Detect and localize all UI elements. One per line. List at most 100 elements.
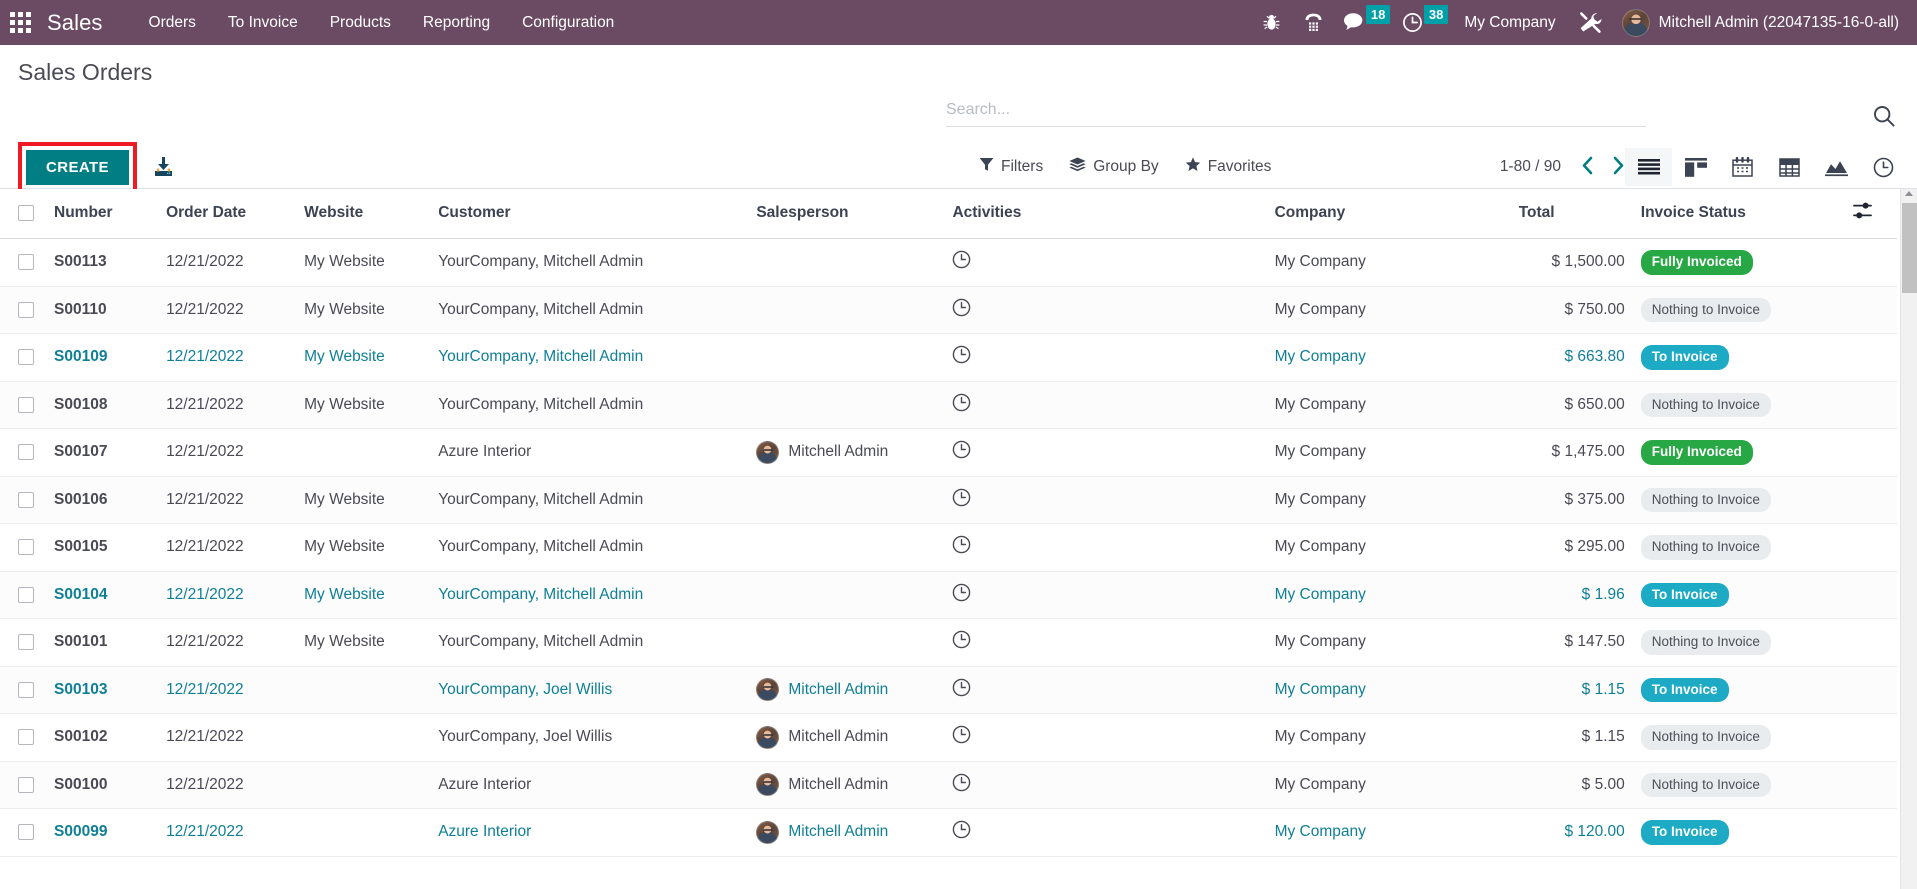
column-header-invoice-status[interactable]: Invoice Status bbox=[1632, 189, 1845, 239]
wrench-screwdriver-icon[interactable] bbox=[1570, 0, 1612, 45]
column-header-activities[interactable]: Activities bbox=[944, 189, 1267, 239]
cell-number[interactable]: S00103 bbox=[46, 666, 159, 715]
activity-clock-icon[interactable] bbox=[952, 250, 971, 274]
row-checkbox[interactable] bbox=[18, 634, 34, 651]
table-row[interactable]: S00113 12/21/2022 My Website YourCompany, M… bbox=[0, 238, 1897, 287]
scrollbar-thumb[interactable] bbox=[1902, 203, 1917, 293]
filters-dropdown[interactable]: Filters bbox=[966, 151, 1056, 183]
column-settings-icon[interactable] bbox=[1844, 189, 1897, 239]
activity-clock-icon[interactable] bbox=[952, 345, 971, 369]
vertical-scrollbar[interactable] bbox=[1900, 189, 1917, 889]
cell-activities[interactable] bbox=[944, 286, 1267, 335]
group-by-dropdown[interactable]: Group By bbox=[1056, 151, 1171, 183]
calendar-icon[interactable] bbox=[1719, 148, 1766, 186]
cell-number[interactable]: S00109 bbox=[46, 333, 159, 382]
column-header-customer[interactable]: Customer bbox=[430, 189, 749, 239]
cell-activities[interactable] bbox=[944, 428, 1267, 477]
cell-number[interactable]: S00104 bbox=[46, 571, 159, 620]
search-input[interactable] bbox=[946, 101, 1646, 127]
cell-number[interactable]: S00102 bbox=[46, 713, 159, 762]
table-row[interactable]: S00109 12/21/2022 My Website YourCompany, M… bbox=[0, 333, 1897, 382]
cell-number[interactable]: S00110 bbox=[46, 286, 159, 335]
row-checkbox[interactable] bbox=[18, 491, 34, 508]
activity-clock-icon[interactable] bbox=[952, 488, 971, 512]
cell-number[interactable]: S00099 bbox=[46, 808, 159, 857]
table-row[interactable]: S00110 12/21/2022 My Website YourCompany, M… bbox=[0, 286, 1897, 335]
column-header-website[interactable]: Website bbox=[296, 189, 431, 239]
cell-activities[interactable] bbox=[944, 666, 1267, 715]
activity-clock-icon[interactable] bbox=[952, 630, 971, 654]
row-checkbox[interactable] bbox=[18, 776, 34, 793]
menu-item-products[interactable]: Products bbox=[314, 0, 407, 45]
row-checkbox[interactable] bbox=[18, 539, 34, 556]
row-checkbox[interactable] bbox=[18, 729, 34, 746]
list-icon[interactable] bbox=[1625, 148, 1672, 186]
messages-counter[interactable]: 18 bbox=[1334, 0, 1392, 45]
activity-clock-icon[interactable] bbox=[952, 440, 971, 464]
row-checkbox[interactable] bbox=[18, 349, 34, 366]
table-row[interactable]: S00100 12/21/2022 Azure Interior Mitchell A… bbox=[0, 761, 1897, 810]
cell-activities[interactable] bbox=[944, 761, 1267, 810]
menu-item-orders[interactable]: Orders bbox=[133, 0, 212, 45]
company-switcher[interactable]: My Company bbox=[1450, 14, 1569, 32]
row-checkbox[interactable] bbox=[18, 824, 34, 841]
row-checkbox[interactable] bbox=[18, 586, 34, 603]
row-checkbox[interactable] bbox=[18, 396, 34, 413]
bug-icon[interactable] bbox=[1250, 0, 1292, 45]
activity-clock-icon[interactable] bbox=[952, 773, 971, 797]
row-checkbox[interactable] bbox=[18, 444, 34, 461]
activity-clock-icon[interactable] bbox=[952, 583, 971, 607]
cell-activities[interactable] bbox=[944, 381, 1267, 430]
cell-number[interactable]: S00108 bbox=[46, 381, 159, 430]
import-download-icon[interactable] bbox=[151, 155, 175, 179]
table-row[interactable]: S00105 12/21/2022 My Website YourCompany, M… bbox=[0, 523, 1897, 572]
row-checkbox[interactable] bbox=[18, 254, 34, 271]
select-all-checkbox[interactable] bbox=[18, 205, 34, 221]
clock-icon[interactable] bbox=[1860, 148, 1907, 186]
app-brand-sales[interactable]: Sales bbox=[47, 10, 103, 36]
column-header-total[interactable]: Total bbox=[1510, 189, 1633, 239]
table-row[interactable]: S00106 12/21/2022 My Website YourCompany, M… bbox=[0, 476, 1897, 525]
cell-activities[interactable] bbox=[944, 713, 1267, 762]
user-menu[interactable]: Mitchell Admin (22047135-16-0-all) bbox=[1612, 8, 1903, 37]
row-checkbox[interactable] bbox=[18, 301, 34, 318]
cell-number[interactable]: S00113 bbox=[46, 238, 159, 287]
favorites-dropdown[interactable]: Favorites bbox=[1172, 151, 1285, 183]
activity-clock-icon[interactable] bbox=[952, 535, 971, 559]
cell-number[interactable]: S00105 bbox=[46, 523, 159, 572]
cell-number[interactable]: S00107 bbox=[46, 428, 159, 477]
pager-previous-button[interactable] bbox=[1573, 154, 1602, 181]
menu-item-configuration[interactable]: Configuration bbox=[506, 0, 630, 45]
column-header-number[interactable]: Number bbox=[46, 189, 159, 239]
search-icon[interactable] bbox=[1873, 105, 1895, 132]
activity-clock-icon[interactable] bbox=[952, 393, 971, 417]
column-header-salesperson[interactable]: Salesperson bbox=[748, 189, 945, 239]
cell-number[interactable]: S00106 bbox=[46, 476, 159, 525]
scroll-up-arrow-icon[interactable] bbox=[1905, 191, 1913, 196]
table-row[interactable]: S00101 12/21/2022 My Website YourCompany, M… bbox=[0, 618, 1897, 667]
cell-activities[interactable] bbox=[944, 333, 1267, 382]
table-row[interactable]: S00108 12/21/2022 My Website YourCompany, M… bbox=[0, 381, 1897, 430]
activity-clock-icon[interactable] bbox=[952, 725, 971, 749]
table-row[interactable]: S00103 12/21/2022 YourCompany, Joel Willis… bbox=[0, 666, 1897, 715]
row-checkbox[interactable] bbox=[18, 681, 34, 698]
activities-counter[interactable]: 38 bbox=[1392, 0, 1450, 45]
apps-grid-icon[interactable] bbox=[10, 12, 31, 33]
table-row[interactable]: S00102 12/21/2022 YourCompany, Joel Willis… bbox=[0, 713, 1897, 762]
cell-activities[interactable] bbox=[944, 571, 1267, 620]
cell-activities[interactable] bbox=[944, 238, 1267, 287]
cell-activities[interactable] bbox=[944, 523, 1267, 572]
kanban-icon[interactable] bbox=[1672, 148, 1719, 186]
phone-keypad-icon[interactable] bbox=[1292, 0, 1334, 45]
activity-clock-icon[interactable] bbox=[952, 298, 971, 322]
cell-number[interactable]: S00101 bbox=[46, 618, 159, 667]
table-row[interactable]: S00099 12/21/2022 Azure Interior Mitchell A… bbox=[0, 808, 1897, 857]
cell-activities[interactable] bbox=[944, 808, 1267, 857]
table-row[interactable]: S00104 12/21/2022 My Website YourCompany, M… bbox=[0, 571, 1897, 620]
create-button[interactable]: CREATE bbox=[26, 149, 129, 185]
area-chart-icon[interactable] bbox=[1813, 148, 1860, 186]
pivot-table-icon[interactable] bbox=[1766, 148, 1813, 186]
cell-number[interactable]: S00100 bbox=[46, 761, 159, 810]
menu-item-reporting[interactable]: Reporting bbox=[407, 0, 506, 45]
table-row[interactable]: S00107 12/21/2022 Azure Interior Mitchell A… bbox=[0, 428, 1897, 477]
